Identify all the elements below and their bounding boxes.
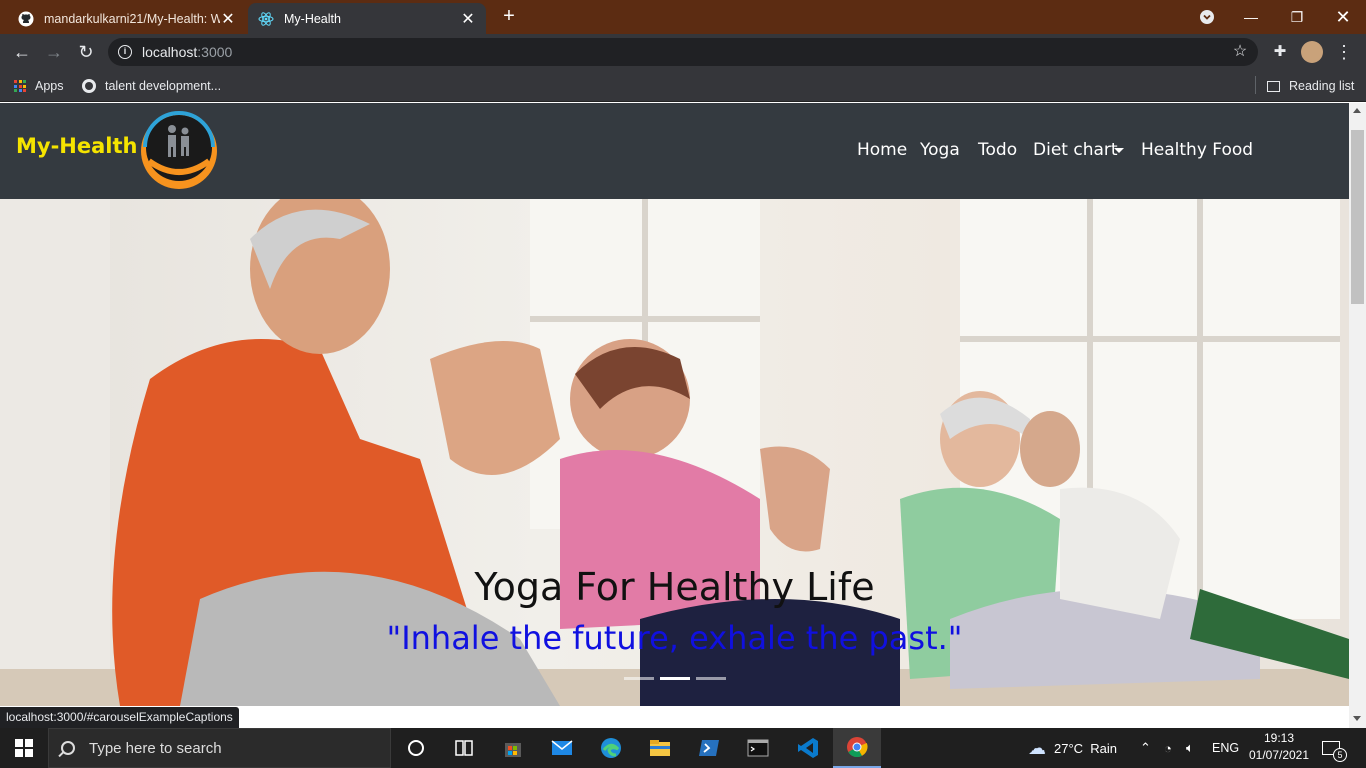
bookmarks-divider [1255,76,1256,94]
rain-cloud-icon: ☁ [1028,737,1046,758]
tab-my-health[interactable]: My-Health ✕ [248,3,486,34]
tab-search-icon[interactable] [1184,0,1230,34]
bookmark-label: talent development... [105,79,222,93]
mail-icon[interactable] [538,728,586,768]
clock[interactable]: 19:13 01/07/2021 [1248,730,1310,766]
edge-icon[interactable] [587,728,635,768]
address-host: localhost [142,44,198,60]
cortana-icon[interactable] [392,728,440,768]
brand-title[interactable]: My-Health [16,134,137,158]
carousel-indicator[interactable] [624,677,654,680]
scroll-up-icon[interactable] [1353,108,1361,113]
site-info-icon[interactable]: i [118,45,132,59]
nav-home[interactable]: Home [857,140,907,160]
chrome-icon[interactable] [833,728,881,768]
search-placeholder: Type here to search [89,739,222,757]
carousel-indicator[interactable] [696,677,726,680]
react-icon [258,11,274,27]
carousel-indicator[interactable] [660,677,690,680]
reading-list-button[interactable]: Reading list [1267,76,1354,96]
show-hidden-icons[interactable]: ⌃ [1140,728,1151,768]
carousel-caption-quote: "Inhale the future, exhale the past." [386,619,963,657]
menu-kebab-icon[interactable]: ⋮ [1334,42,1354,62]
forward-icon[interactable]: → [44,42,64,62]
bookmark-apps[interactable]: Apps [14,76,64,96]
store-icon[interactable] [489,728,537,768]
search-icon [58,741,75,758]
reading-list-label: Reading list [1289,79,1355,93]
nav-todo[interactable]: Todo [978,140,1017,160]
web-page: My-Health Home Yoga Todo Diet chart Heal… [0,103,1349,706]
reading-list-icon [1267,80,1280,92]
terminal-icon[interactable] [734,728,782,768]
task-view-icon[interactable] [440,728,488,768]
close-window-icon[interactable]: ✕ [1320,0,1366,34]
back-icon[interactable]: ← [12,42,32,62]
clock-date: 01/07/2021 [1248,748,1310,762]
bookmark-label: Apps [35,79,64,93]
close-tab-icon[interactable]: ✕ [460,9,476,29]
language-indicator[interactable]: ENG [1212,728,1239,768]
site-navbar: My-Health Home Yoga Todo Diet chart Heal… [0,103,1349,199]
weather-text: 27°C Rain [1054,740,1118,756]
restore-icon[interactable]: ❐ [1274,0,1320,34]
github-icon [18,11,34,27]
scrollbar-thumb[interactable] [1351,130,1364,304]
wifi-icon[interactable]: ◔ [1164,728,1172,768]
notification-count: 5 [1333,748,1347,762]
carousel-slide[interactable]: Yoga For Healthy Life "Inhale the future… [0,199,1349,706]
address-bar[interactable]: i localhost:3000 [108,38,1258,66]
new-tab-button[interactable]: + [498,6,520,28]
carousel-caption-title: Yoga For Healthy Life [474,565,875,609]
taskbar-search[interactable]: Type here to search [48,728,391,768]
clock-time: 19:13 [1263,731,1295,745]
apps-grid-icon [14,80,26,92]
scroll-down-icon[interactable] [1353,716,1361,721]
close-tab-icon[interactable]: ✕ [220,9,236,29]
nav-diet-chart[interactable]: Diet chart [1033,140,1118,160]
nav-yoga[interactable]: Yoga [920,140,960,160]
bookmark-star-icon[interactable]: ☆ [1230,42,1250,62]
status-url: localhost:3000/#carouselExampleCaptions [0,707,239,728]
my-health-logo[interactable] [139,111,219,191]
weather-widget[interactable]: ☁ 27°C Rain [1028,728,1117,768]
dropdown-caret-icon[interactable] [1114,148,1124,153]
vscode-icon[interactable] [784,728,832,768]
reload-icon[interactable]: ↻ [76,42,96,62]
volume-icon[interactable]: 🔈︎ [1186,728,1194,768]
action-center-icon[interactable]: 5 [1322,728,1347,768]
profile-avatar[interactable] [1301,41,1323,63]
file-explorer-icon[interactable] [636,728,684,768]
minimize-icon[interactable]: — [1228,0,1274,34]
tab-title: My-Health [284,11,341,26]
bookmark-talent[interactable]: talent development... [82,76,221,96]
nav-healthy-food[interactable]: Healthy Food [1141,140,1253,160]
extensions-icon[interactable]: ✚ [1270,42,1290,62]
tab-title: mandarkulkarni21/My-Health: W [44,11,220,26]
tab-github[interactable]: mandarkulkarni21/My-Health: W ✕ [8,3,246,34]
windows-start-icon[interactable] [0,728,48,768]
globe-icon [82,79,96,93]
powershell-icon[interactable] [685,728,733,768]
address-port: :3000 [197,44,233,60]
